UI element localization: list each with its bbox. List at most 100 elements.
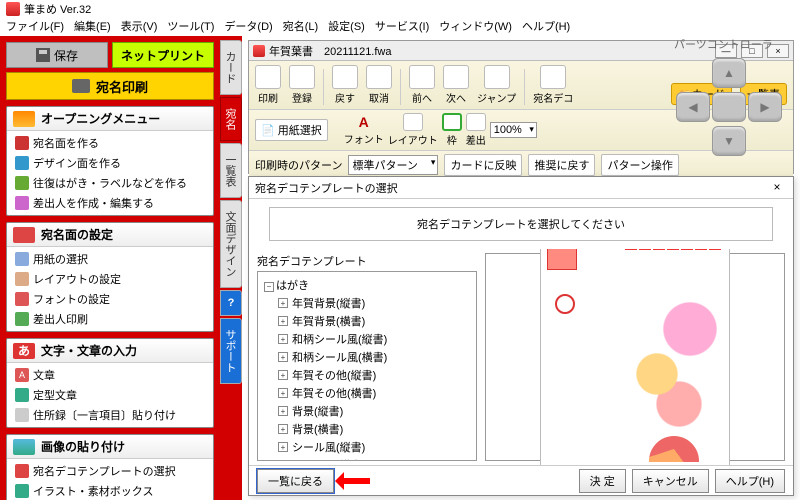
- tree-item[interactable]: +背景(縦書): [262, 402, 472, 420]
- menu-edit[interactable]: 編集(E): [74, 18, 111, 36]
- register-icon: [289, 65, 315, 89]
- help-button[interactable]: ヘルプ(H): [715, 469, 785, 493]
- tree-item[interactable]: +年賀その他(横書): [262, 384, 472, 402]
- tb-print[interactable]: 印刷: [255, 65, 281, 105]
- pad-right[interactable]: ▶: [748, 92, 782, 122]
- parts-controller: パーツコントローラ ▲ ◀ ▶ ▼: [674, 36, 794, 158]
- menu-data[interactable]: データ(D): [224, 18, 272, 36]
- tb-prev[interactable]: 前へ: [409, 65, 435, 105]
- cancel-button[interactable]: キャンセル: [632, 469, 709, 493]
- pad-up[interactable]: ▲: [712, 58, 746, 88]
- section-image-paste[interactable]: 画像の貼り付け: [7, 435, 213, 459]
- tree-item[interactable]: +年賀背景(縦書): [262, 294, 472, 312]
- back-to-list-button[interactable]: 一覧に戻る: [257, 469, 334, 493]
- tb-cancel[interactable]: 取消: [366, 65, 392, 105]
- tree-item[interactable]: +シール風(横書): [262, 456, 472, 461]
- item-make-design[interactable]: デザイン面を作る: [11, 153, 209, 173]
- tb-jump[interactable]: ジャンプ: [477, 65, 516, 105]
- menu-atena[interactable]: 宛名(L): [283, 18, 318, 36]
- section-opening[interactable]: オープニングメニュー: [7, 107, 213, 131]
- menu-tool[interactable]: ツール(T): [167, 18, 214, 36]
- pad-center[interactable]: [712, 92, 746, 122]
- menu-file[interactable]: ファイル(F): [6, 18, 64, 36]
- app-title: 筆まめ Ver.32: [24, 1, 91, 17]
- tree-item[interactable]: +背景(横書): [262, 420, 472, 438]
- ok-button[interactable]: 決 定: [579, 469, 626, 493]
- item-deco-template[interactable]: 宛名デコテンプレートの選択: [11, 461, 209, 481]
- vtab-help[interactable]: ?: [220, 290, 242, 316]
- printer-icon: [72, 79, 90, 93]
- pad-down[interactable]: ▼: [712, 126, 746, 156]
- section-text-input[interactable]: あ文字・文章の入力: [7, 339, 213, 363]
- preview-pane: B0000枚 000000: [485, 253, 785, 461]
- next-icon: [443, 65, 469, 89]
- tb-undo[interactable]: 戻す: [332, 65, 358, 105]
- tb2-frame[interactable]: 枠: [442, 113, 462, 147]
- save-button[interactable]: 保存: [6, 42, 108, 68]
- zip-boxes: [625, 249, 721, 250]
- pattern-select[interactable]: 標準パターン: [348, 155, 438, 175]
- dialog-instruction: 宛名デコテンプレートを選択してください: [269, 207, 773, 241]
- item-font[interactable]: フォントの設定: [11, 289, 209, 309]
- item-address-paste[interactable]: 住所録〔一言項目〕貼り付け: [11, 405, 209, 425]
- doc-title: 年賀葉書 20211121.fwa: [269, 43, 391, 59]
- tb-deco[interactable]: 宛名デコ: [533, 65, 573, 105]
- atena-set-icon: [13, 227, 35, 243]
- vtab-list[interactable]: 一覧表: [220, 143, 242, 198]
- atena-print-button[interactable]: 宛名印刷: [6, 72, 214, 100]
- item-sender-print[interactable]: 差出人印刷: [11, 309, 209, 329]
- image-icon: [13, 439, 35, 455]
- tree-item[interactable]: +年賀背景(横書): [262, 312, 472, 330]
- tree-item[interactable]: +和柄シール風(横書): [262, 348, 472, 366]
- template-tree[interactable]: −はがき +年賀背景(縦書) +年賀背景(横書) +和柄シール風(縦書) +和柄…: [257, 271, 477, 461]
- dialog-close-icon[interactable]: ×: [767, 180, 787, 196]
- postcard-preview: B0000枚 000000: [540, 249, 730, 465]
- tree-item[interactable]: +シール風(縦書): [262, 438, 472, 456]
- menu-window[interactable]: ウィンドウ(W): [439, 18, 512, 36]
- tb2-paper[interactable]: 📄用紙選択: [255, 119, 328, 141]
- tb-next[interactable]: 次へ: [443, 65, 469, 105]
- tb-register[interactable]: 登録: [289, 65, 315, 105]
- vtab-atena[interactable]: 宛名: [220, 97, 242, 141]
- section-atena-settings[interactable]: 宛名面の設定: [7, 223, 213, 247]
- menu-view[interactable]: 表示(V): [121, 18, 158, 36]
- sashi-icon: [466, 113, 486, 131]
- item-make-sender[interactable]: 差出人を作成・編集する: [11, 193, 209, 213]
- tree-item[interactable]: +和柄シール風(縦書): [262, 330, 472, 348]
- tb2-layout[interactable]: レイアウト: [388, 113, 438, 147]
- btn-pattern-op[interactable]: パターン操作: [601, 154, 678, 176]
- collapse-icon[interactable]: −: [264, 282, 274, 292]
- text-icon: あ: [13, 343, 35, 359]
- item-illust-box[interactable]: イラスト・素材ボックス: [11, 481, 209, 500]
- pad-left[interactable]: ◀: [676, 92, 710, 122]
- cancel-icon: [366, 65, 392, 89]
- btn-revert[interactable]: 推奨に戻す: [528, 154, 595, 176]
- item-make-label[interactable]: 往復はがき・ラベルなどを作る: [11, 173, 209, 193]
- stamp-icon: [547, 249, 577, 270]
- vtab-card[interactable]: カード: [220, 40, 242, 95]
- arrow-indicator: [340, 474, 386, 488]
- item-fixed-text[interactable]: 定型文章: [11, 385, 209, 405]
- menu-settings[interactable]: 設定(S): [328, 18, 365, 36]
- vtab-design[interactable]: 文面デザイン: [220, 200, 242, 288]
- item-text[interactable]: A文章: [11, 365, 209, 385]
- vtab-support[interactable]: サポート: [220, 318, 242, 384]
- menu-service[interactable]: サービス(I): [375, 18, 429, 36]
- netprint-button[interactable]: ネットプリント: [112, 42, 214, 68]
- app-icon: [6, 2, 20, 16]
- btn-reflect[interactable]: カードに反映: [444, 154, 522, 176]
- tree-item[interactable]: +年賀その他(縦書): [262, 366, 472, 384]
- item-make-atena[interactable]: 宛名面を作る: [11, 133, 209, 153]
- print-icon: [255, 65, 281, 89]
- tb2-sashi[interactable]: 差出: [466, 113, 486, 147]
- seal-icon: [555, 294, 575, 314]
- menubar: ファイル(F) 編集(E) 表示(V) ツール(T) データ(D) 宛名(L) …: [0, 18, 800, 36]
- prev-icon: [409, 65, 435, 89]
- item-layout[interactable]: レイアウトの設定: [11, 269, 209, 289]
- vertical-tabs: カード 宛名 一覧表 文面デザイン ? サポート: [220, 36, 242, 500]
- zoom-select[interactable]: 100%: [490, 122, 537, 138]
- item-paper[interactable]: 用紙の選択: [11, 249, 209, 269]
- tb2-font[interactable]: Aフォント: [344, 114, 384, 146]
- menu-help[interactable]: ヘルプ(H): [522, 18, 570, 36]
- dialog-title: 宛名デコテンプレートの選択: [255, 180, 398, 196]
